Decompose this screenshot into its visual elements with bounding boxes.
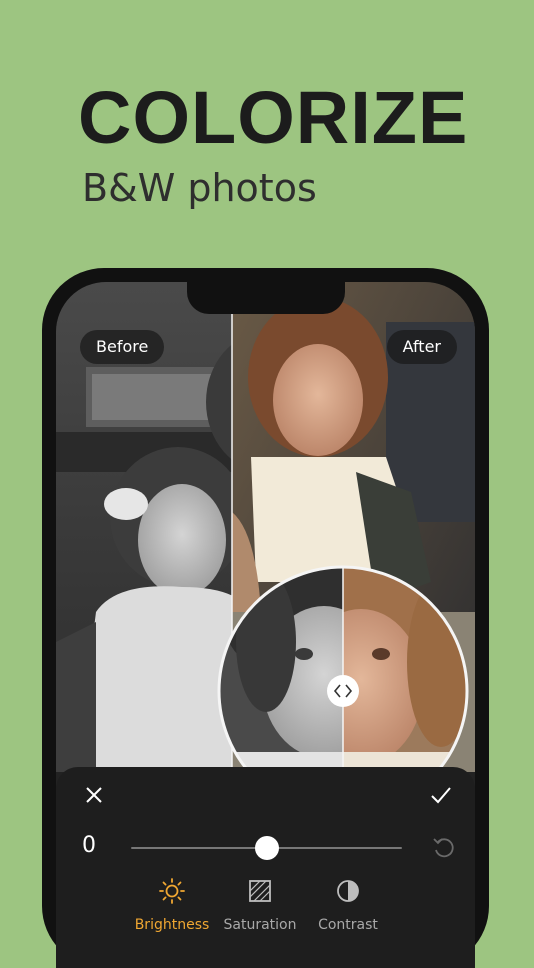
tool-brightness[interactable]: Brightness [124,877,220,933]
phone-frame: Before After 0 Brightness Saturation Con… [42,268,489,968]
tool-contrast[interactable]: Contrast [300,877,396,933]
phone-screen: Before After 0 Brightness Saturation Con… [56,282,475,968]
phone-notch [187,282,345,314]
adjustment-tools: Brightness Saturation Contrast [135,877,406,947]
adjustment-slider[interactable] [131,836,402,860]
tool-brightness-label: Brightness [134,917,210,933]
compare-handle[interactable] [327,675,359,707]
headline-title: COLORIZE [78,76,469,159]
after-label: After [386,330,457,364]
slider-value: 0 [82,833,96,858]
contrast-icon [337,880,359,902]
saturation-icon [249,880,271,902]
slider-thumb[interactable] [254,836,279,860]
tool-saturation-label: Saturation [223,917,297,933]
sun-icon [159,878,185,904]
tool-contrast-label: Contrast [318,917,378,933]
reset-icon[interactable] [430,833,458,861]
tool-saturation[interactable]: Saturation [212,877,308,933]
close-icon[interactable] [80,781,108,809]
adjustment-panel: 0 Brightness Saturation Contrast [56,767,475,968]
headline-subtitle: B&W photos [82,166,317,210]
checkmark-icon[interactable] [427,781,455,809]
before-label: Before [80,330,165,364]
